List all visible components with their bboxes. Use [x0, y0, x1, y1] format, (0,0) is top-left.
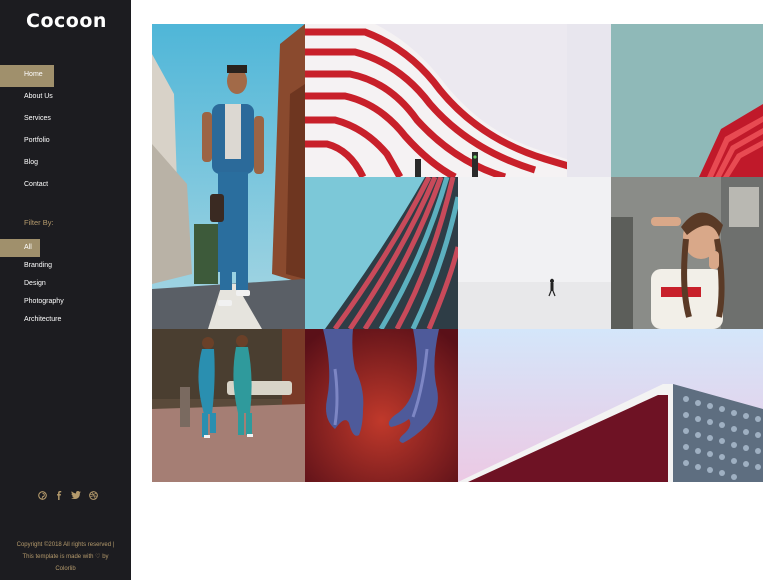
- portfolio-item-red-corner[interactable]: [611, 24, 763, 177]
- snow-walker-photo: [458, 177, 611, 329]
- nav-item-portfolio[interactable]: Portfolio: [0, 131, 131, 153]
- patterned-duo-photo: [152, 329, 305, 482]
- nav-item-about[interactable]: About Us: [0, 87, 131, 109]
- twitter-icon[interactable]: [71, 489, 81, 501]
- copyright-text: Copyright ©2018 All rights reserved |: [16, 542, 115, 548]
- nav-item-contact[interactable]: Contact: [0, 175, 131, 197]
- portfolio-item-curved-facade[interactable]: [305, 177, 458, 329]
- portfolio-item-snow-walker[interactable]: [458, 177, 611, 329]
- social-links: [37, 489, 98, 501]
- hands-photo: [305, 329, 458, 482]
- filter-design[interactable]: Design: [0, 275, 64, 293]
- nav-item-services[interactable]: Services: [0, 109, 131, 131]
- footer-credits: Copyright ©2018 All rights reserved | Th…: [0, 539, 131, 575]
- street-man-photo: [152, 24, 305, 329]
- dribbble-icon[interactable]: [88, 489, 98, 501]
- sidebar: Cocoon Home About Us Services Portfolio …: [0, 0, 131, 580]
- portfolio-item-patterned-duo[interactable]: [152, 329, 305, 482]
- wavy-building-photo: [305, 24, 611, 177]
- filter-title: Filter By:: [24, 218, 54, 227]
- made-with-text: This template is made with ♡ by: [22, 554, 109, 560]
- portfolio-grid: [152, 24, 763, 482]
- nav-item-blog[interactable]: Blog: [0, 153, 131, 175]
- facebook-icon[interactable]: [54, 489, 64, 501]
- portfolio-item-street-man[interactable]: [152, 24, 305, 329]
- portfolio-item-hands[interactable]: [305, 329, 458, 482]
- site-logo[interactable]: Cocoon: [26, 10, 107, 32]
- filter-list: All Branding Design Photography Architec…: [0, 239, 64, 329]
- filter-architecture[interactable]: Architecture: [0, 311, 64, 329]
- pinterest-icon[interactable]: [37, 489, 47, 501]
- filter-photography[interactable]: Photography: [0, 293, 64, 311]
- portfolio-item-wavy-building[interactable]: [305, 24, 611, 177]
- nav-item-home[interactable]: Home: [0, 65, 54, 87]
- red-corner-photo: [611, 24, 763, 177]
- filter-branding[interactable]: Branding: [0, 257, 64, 275]
- portfolio-item-braids-woman[interactable]: [611, 177, 763, 329]
- curved-facade-photo: [305, 177, 458, 329]
- colorlib-link[interactable]: Colorlib: [8, 563, 123, 575]
- pastel-building-photo: [458, 329, 763, 482]
- main-nav: Home About Us Services Portfolio Blog Co…: [0, 65, 131, 197]
- braids-woman-photo: [611, 177, 763, 329]
- filter-all[interactable]: All: [0, 239, 40, 257]
- portfolio-item-pastel-building[interactable]: [458, 329, 763, 482]
